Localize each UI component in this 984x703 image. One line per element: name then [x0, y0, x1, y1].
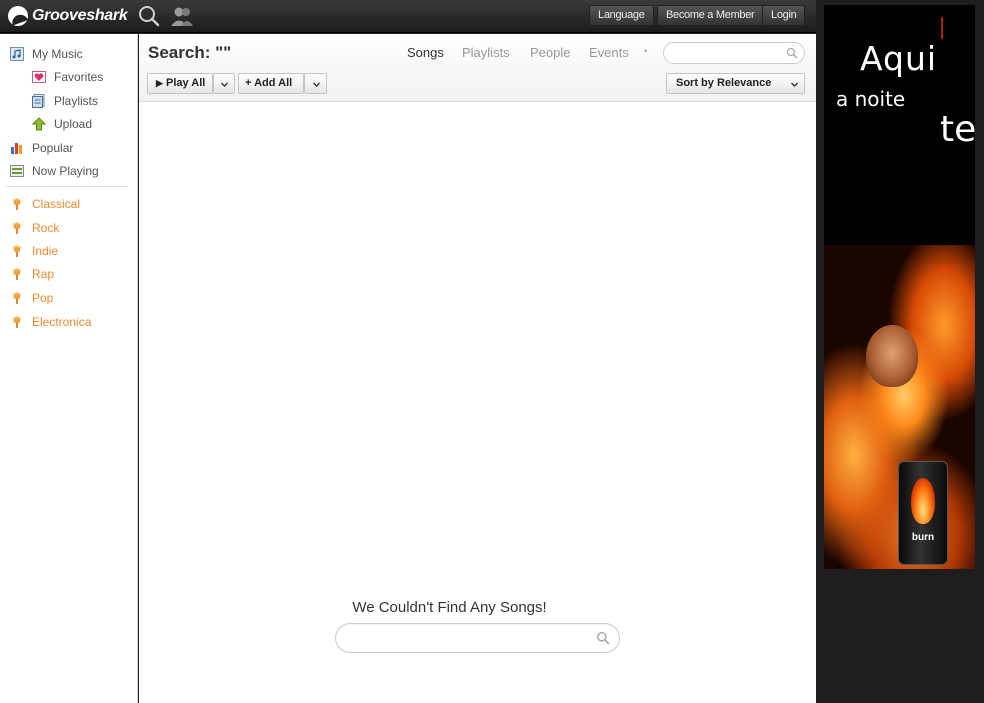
sidebar: My Music Favorites Playlists Upload Popu…: [0, 34, 138, 703]
user-icon[interactable]: [170, 4, 194, 28]
tab-events[interactable]: Events: [589, 45, 629, 60]
flame-logo-icon: [911, 478, 935, 524]
search-icon[interactable]: [137, 4, 161, 28]
sidebar-item-playlists[interactable]: Playlists: [32, 92, 98, 110]
add-all-label: Add All: [254, 77, 293, 89]
ad-headline: Aqui: [860, 39, 938, 78]
grooveshark-logo[interactable]: Grooveshark: [8, 5, 128, 27]
can-brand-text: burn: [911, 532, 935, 543]
genre-antenna-icon: [12, 316, 22, 328]
sort-dropdown[interactable]: Sort by Relevance: [666, 73, 805, 94]
header-search-input[interactable]: [663, 42, 805, 64]
logo-text: Grooveshark: [32, 7, 128, 24]
sidebar-item-now-playing[interactable]: Now Playing: [10, 162, 99, 180]
genre-antenna-icon: [12, 292, 22, 304]
ad-accent-line: [941, 17, 943, 39]
upload-arrow-icon: [32, 117, 46, 131]
genre-antenna-icon: [12, 268, 22, 280]
genre-antenna-icon: [12, 245, 22, 257]
sidebar-item-my-music[interactable]: My Music: [10, 45, 83, 63]
tab-songs[interactable]: Songs: [407, 45, 444, 60]
plus-icon: +: [245, 77, 252, 89]
sidebar-genre-classical[interactable]: Classical: [10, 195, 80, 213]
language-button[interactable]: Language: [589, 5, 654, 26]
empty-state-search-input[interactable]: [335, 623, 620, 653]
main-content: Search: "" Songs Playlists People Events…: [139, 34, 816, 703]
sort-label: Sort by Relevance: [676, 77, 772, 89]
ad-flames-image: burn: [824, 245, 975, 569]
tab-playlists[interactable]: Playlists: [462, 45, 510, 60]
genre-label: Pop: [32, 291, 54, 305]
page-title: Search: "": [148, 43, 232, 62]
genre-antenna-icon: [12, 222, 22, 234]
sidebar-divider: [6, 186, 128, 187]
genre-label: Classical: [32, 197, 81, 211]
no-results-message: We Couldn't Find Any Songs!: [352, 599, 547, 616]
play-all-label: Play All: [165, 77, 206, 89]
play-icon: ▶: [156, 78, 163, 88]
tab-people[interactable]: People: [530, 45, 570, 60]
sidebar-item-favorites[interactable]: Favorites: [32, 68, 103, 86]
login-button[interactable]: Login: [762, 5, 806, 26]
search-icon: [596, 631, 610, 645]
sidebar-item-label: Favorites: [54, 70, 104, 84]
search-icon: [786, 47, 798, 59]
sidebar-genre-rap[interactable]: Rap: [10, 265, 54, 283]
ad-subline: a noite: [836, 87, 906, 111]
ad-subline-cut: te: [940, 109, 975, 150]
chevron-down-icon: [791, 82, 798, 87]
advertisement-banner[interactable]: Aqui a noite te burn: [824, 5, 975, 569]
heart-icon: [32, 71, 46, 83]
sidebar-genre-indie[interactable]: Indie: [10, 242, 58, 260]
playlist-icon: [32, 94, 45, 108]
sidebar-genre-electronica[interactable]: Electronica: [10, 313, 91, 331]
music-note-icon: [10, 47, 24, 61]
genre-label: Rock: [32, 221, 60, 235]
chevron-down-icon: [313, 82, 320, 87]
search-header: Search: "" Songs Playlists People Events…: [139, 34, 816, 102]
sidebar-item-upload[interactable]: Upload: [32, 115, 92, 133]
energy-drink-can: burn: [898, 461, 948, 565]
become-member-button[interactable]: Become a Member: [657, 5, 764, 26]
tab-separator-dot: •: [644, 46, 648, 56]
genre-label: Rap: [32, 267, 55, 281]
genre-label: Indie: [32, 244, 59, 258]
sidebar-genre-rock[interactable]: Rock: [10, 219, 59, 237]
chevron-down-icon: [221, 82, 228, 87]
now-playing-icon: [10, 165, 24, 177]
sidebar-genre-pop[interactable]: Pop: [10, 289, 53, 307]
bar-chart-icon: [11, 143, 22, 154]
ad-person-image: [866, 325, 918, 387]
shark-logo-icon: [8, 6, 28, 26]
sidebar-item-label: Playlists: [54, 94, 99, 108]
sidebar-item-label: Now Playing: [32, 164, 99, 178]
sidebar-item-label: Upload: [54, 117, 93, 131]
add-all-dropdown-button[interactable]: [304, 73, 327, 94]
sidebar-item-label: Popular: [32, 141, 74, 155]
genre-antenna-icon: [12, 198, 22, 210]
genre-label: Electronica: [32, 315, 92, 329]
sidebar-item-label: My Music: [32, 47, 83, 61]
top-bar: Grooveshark Language Become a Member Log…: [0, 0, 816, 33]
play-all-dropdown-button[interactable]: [213, 73, 235, 94]
play-all-button[interactable]: ▶ Play All: [147, 73, 213, 94]
sidebar-item-popular[interactable]: Popular: [10, 139, 73, 157]
add-all-button[interactable]: + Add All: [238, 73, 304, 94]
